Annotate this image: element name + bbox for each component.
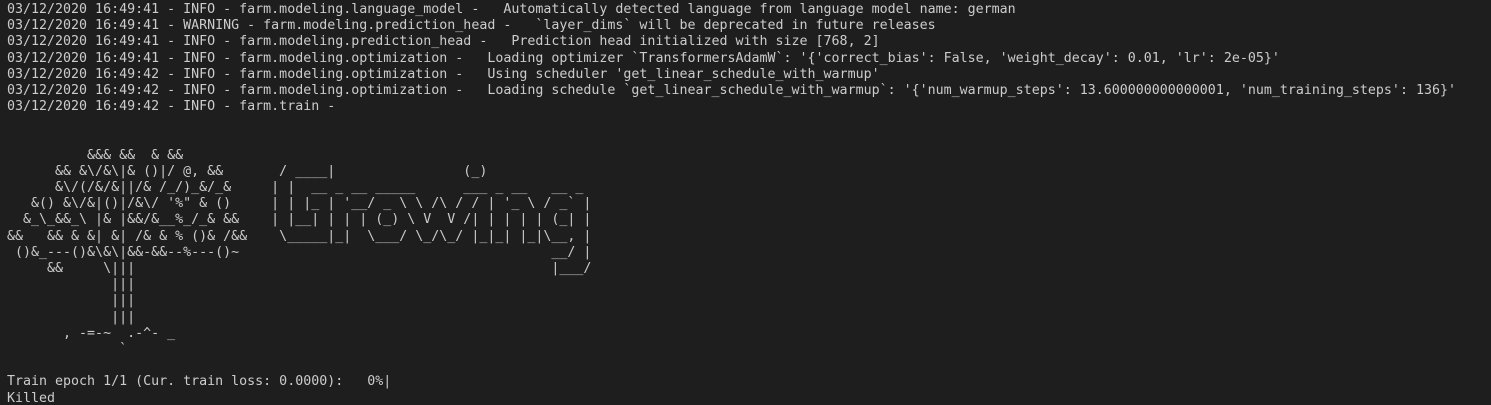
ascii-art-line: ` [7, 341, 128, 357]
ascii-art-line: , -=-~ .-^- _ [7, 325, 176, 341]
ascii-art-line: &() &\/&|()|/&\/ '%" & () | | |_ | '__/ … [7, 196, 592, 212]
ascii-art-line: && && & &| &| /& & % ()& /&& \_____|_| \… [7, 228, 592, 244]
ascii-art-line: ||| [7, 309, 136, 325]
progress-percent: 0%| [367, 374, 392, 390]
ascii-art-banner: &&& && & && && &\/&\|& ()|/ @, && / ____… [7, 148, 1491, 358]
progress-spacer [343, 374, 367, 389]
log-line: 03/12/2020 16:49:41 - WARNING - farm.mod… [7, 18, 936, 34]
log-line: 03/12/2020 16:49:41 - INFO - farm.modeli… [7, 34, 880, 50]
ascii-art-line: ()&_---()&\&\|&&-&&--%---()~ __/ | [7, 244, 592, 260]
ascii-art-line: ||| [7, 293, 136, 309]
ascii-art-line: && \||| |___/ [7, 261, 592, 276]
ascii-art-line: &_\_&&_\ |& |&&/&__%_/_& && | |__| | | |… [7, 212, 592, 228]
log-line: 03/12/2020 16:49:41 - INFO - farm.modeli… [7, 2, 1016, 17]
ascii-art-line: ||| [7, 277, 136, 293]
log-line: 03/12/2020 16:49:41 - INFO - farm.modeli… [7, 50, 1280, 66]
ascii-art-line: &&& && & && [7, 147, 184, 163]
log-line: 03/12/2020 16:49:42 - INFO - farm.train … [7, 99, 336, 115]
ascii-art-line: &\/(/&/&||/& /_/)_&/_& | | __ _ __ _____… [7, 180, 584, 196]
progress-line: Train epoch 1/1 (Cur. train loss: 0.0000… [7, 374, 1491, 390]
killed-status: Killed [7, 390, 56, 405]
log-line: 03/12/2020 16:49:42 - INFO - farm.modeli… [7, 66, 880, 82]
progress-label: Train epoch 1/1 (Cur. train loss: 0.0000… [7, 374, 344, 390]
ascii-art-line: && &\/&\|& ()|/ @, && / ____| (_) [7, 163, 488, 179]
log-line: 03/12/2020 16:49:42 - INFO - farm.modeli… [7, 82, 1456, 98]
terminal-output[interactable]: 03/12/2020 16:49:41 - INFO - farm.modeli… [0, 0, 1491, 405]
